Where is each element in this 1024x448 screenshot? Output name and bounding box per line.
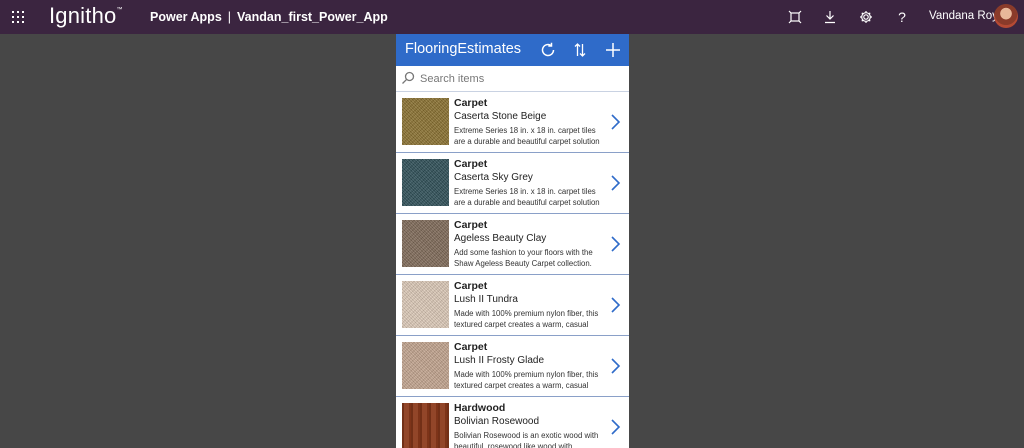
- item-description: Add some fashion to your floors with the…: [454, 248, 593, 268]
- item-category: Hardwood: [454, 402, 506, 414]
- item-description: Made with 100% premium nylon fiber, this…: [454, 309, 599, 329]
- breadcrumb: Power Apps | Vandan_first_Power_App: [150, 10, 388, 24]
- sort-icon[interactable]: [571, 41, 589, 59]
- item-description: Made with 100% premium nylon fiber, this…: [454, 370, 599, 390]
- user-name[interactable]: Vandana Roy: [929, 10, 998, 22]
- product-thumbnail: [402, 159, 449, 206]
- brand-logo: Ignitho™: [49, 3, 123, 28]
- app-header: FlooringEstimates: [396, 34, 629, 66]
- product-name: Power Apps: [150, 10, 222, 24]
- gear-icon[interactable]: [857, 8, 875, 26]
- chevron-right-icon[interactable]: [609, 174, 621, 192]
- chevron-right-icon[interactable]: [609, 113, 621, 131]
- product-thumbnail: [402, 98, 449, 145]
- item-name: Lush II Tundra: [454, 294, 518, 305]
- item-description: Extreme Series 18 in. x 18 in. carpet ti…: [454, 126, 600, 146]
- item-name: Bolivian Rosewood: [454, 416, 540, 427]
- top-bar: Ignitho™ Power Apps | Vandan_first_Power_A…: [0, 0, 1024, 34]
- product-thumbnail: [402, 220, 449, 267]
- item-category: Carpet: [454, 280, 488, 292]
- item-category: Carpet: [454, 97, 488, 109]
- item-description: Extreme Series 18 in. x 18 in. carpet ti…: [454, 187, 600, 207]
- item-name: Ageless Beauty Clay: [454, 233, 547, 244]
- breadcrumb-separator: |: [227, 10, 232, 24]
- search-input[interactable]: [420, 70, 620, 88]
- item-category: Carpet: [454, 341, 488, 353]
- add-icon[interactable]: [604, 41, 622, 59]
- search-bar: [396, 66, 629, 92]
- list-item[interactable]: Hardwood Bolivian Rosewood Bolivian Rose…: [396, 397, 629, 448]
- chevron-right-icon[interactable]: [609, 418, 621, 436]
- search-icon: [402, 71, 415, 84]
- download-icon[interactable]: [821, 8, 839, 26]
- app-frame: FlooringEstimates Carp: [396, 34, 629, 448]
- product-thumbnail: [402, 403, 449, 448]
- chevron-right-icon[interactable]: [609, 296, 621, 314]
- app-name: Vandan_first_Power_App: [237, 10, 388, 24]
- chevron-right-icon[interactable]: [609, 235, 621, 253]
- avatar[interactable]: [994, 4, 1018, 28]
- app-title: FlooringEstimates: [405, 41, 522, 57]
- chevron-right-icon[interactable]: [609, 357, 621, 375]
- item-name: Caserta Sky Grey: [454, 172, 533, 183]
- list-item[interactable]: Carpet Lush II Tundra Made with 100% pre…: [396, 275, 629, 336]
- gallery-list: Carpet Caserta Stone Beige Extreme Serie…: [396, 92, 629, 448]
- item-description: Bolivian Rosewood is an exotic wood with…: [454, 431, 599, 448]
- item-category: Carpet: [454, 219, 488, 231]
- item-category: Carpet: [454, 158, 488, 170]
- product-thumbnail: [402, 342, 449, 389]
- item-name: Caserta Stone Beige: [454, 111, 547, 122]
- waffle-icon[interactable]: [12, 11, 24, 23]
- fit-screen-icon[interactable]: [786, 8, 804, 26]
- list-item[interactable]: Carpet Caserta Sky Grey Extreme Series 1…: [396, 153, 629, 214]
- item-name: Lush II Frosty Glade: [454, 355, 545, 366]
- list-item[interactable]: Carpet Lush II Frosty Glade Made with 10…: [396, 336, 629, 397]
- refresh-icon[interactable]: [539, 41, 557, 59]
- list-item[interactable]: Carpet Ageless Beauty Clay Add some fash…: [396, 214, 629, 275]
- help-icon[interactable]: ?: [893, 8, 911, 26]
- list-item[interactable]: Carpet Caserta Stone Beige Extreme Serie…: [396, 92, 629, 153]
- product-thumbnail: [402, 281, 449, 328]
